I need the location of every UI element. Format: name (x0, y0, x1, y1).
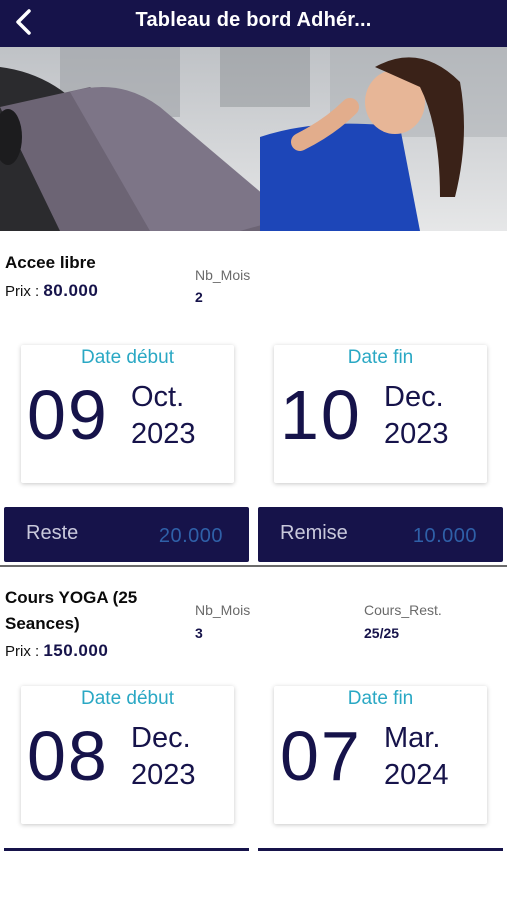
remaining-classes-label: Cours_Rest. (364, 602, 442, 618)
end-date-year: 2024 (384, 759, 449, 791)
start-date-label: Date début (81, 347, 174, 368)
balance-label: Reste (26, 522, 79, 544)
remaining-classes-value: 25/25 (364, 625, 400, 641)
start-date-month: Oct. (131, 381, 185, 413)
nb-mois-label: Nb_Mois (195, 267, 251, 283)
start-date-card: Date début 09 Oct. 2023 (21, 345, 234, 483)
subscription-name-line2: Seances) (5, 614, 80, 633)
end-date-year: 2023 (384, 418, 449, 450)
hero-photo (0, 47, 507, 231)
price-label: Prix : (5, 643, 40, 660)
end-date-month: Mar. (384, 722, 441, 754)
end-date-label: Date fin (347, 347, 414, 368)
subscription-name-line1: Cours YOGA (25 (5, 588, 138, 607)
end-date-day: 07 (280, 717, 362, 795)
subscription-card: Cours YOGA (25 Seances) Prix : 150.000 N… (0, 567, 507, 867)
start-date-card: Date début 08 Dec. 2023 (21, 686, 234, 824)
discount-label: Remise (280, 522, 348, 544)
app-header: Tableau de bord Adhér... (0, 0, 507, 47)
subscription-name: Accee libre (5, 253, 96, 272)
end-date-card: Date fin 10 Dec. 2023 (274, 345, 487, 483)
end-date-card: Date fin 07 Mar. 2024 (274, 686, 487, 824)
nb-mois-value: 2 (195, 289, 203, 305)
price-row: Prix : 150.000 (5, 641, 108, 661)
start-date-year: 2023 (131, 418, 196, 450)
start-date-month: Dec. (131, 722, 191, 754)
discount-box: Remise 10.000 (258, 507, 503, 562)
nb-mois-label: Nb_Mois (195, 602, 251, 618)
end-date-label: Date fin (347, 688, 414, 709)
price-value: 150.000 (43, 641, 109, 660)
subscription-card: Accee libre Prix : 80.000 Nb_Mois 2 Date… (0, 231, 507, 566)
price-label: Prix : (5, 283, 40, 300)
balance-box: Reste 20.000 (4, 507, 249, 562)
end-date-month: Dec. (384, 381, 444, 413)
start-date-label: Date début (81, 688, 174, 709)
discount-box-edge (258, 848, 503, 851)
start-date-day: 08 (27, 717, 109, 795)
nb-mois-value: 3 (195, 625, 203, 641)
balance-box-edge (4, 848, 249, 851)
balance-value: 20.000 (158, 525, 223, 547)
start-date-day: 09 (27, 376, 109, 454)
price-row: Prix : 80.000 (5, 281, 98, 301)
discount-value: 10.000 (412, 525, 477, 547)
end-date-day: 10 (280, 376, 362, 454)
start-date-year: 2023 (131, 759, 196, 791)
page-title: Tableau de bord Adhér... (135, 9, 372, 31)
price-value: 80.000 (43, 281, 99, 300)
